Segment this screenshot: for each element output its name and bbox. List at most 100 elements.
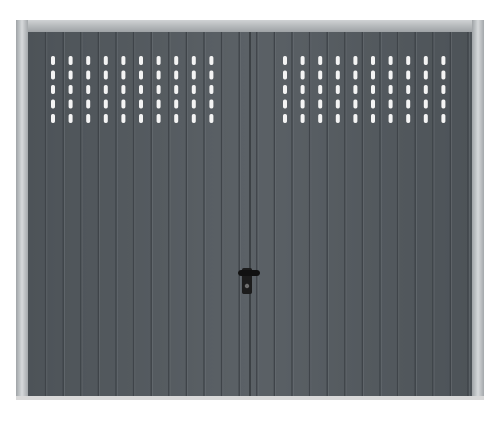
vent-slot xyxy=(51,70,55,80)
vent-slot xyxy=(51,56,55,65)
vent-slot xyxy=(318,99,323,109)
vent-slot xyxy=(406,99,411,109)
vent-slot xyxy=(441,114,446,123)
vent-slot xyxy=(156,70,161,80)
vent-slot xyxy=(300,99,305,109)
vent-slot xyxy=(68,70,73,80)
handle-lever[interactable] xyxy=(238,270,260,276)
vent-slot xyxy=(191,70,196,80)
frame-left-jamb xyxy=(16,20,28,398)
vent-slot xyxy=(388,56,393,65)
vent-slot xyxy=(139,85,143,94)
vent-slot xyxy=(121,56,126,65)
vent-slot xyxy=(86,99,91,109)
vent-slot xyxy=(335,99,340,109)
vent-slot xyxy=(139,56,143,65)
vent-slot xyxy=(423,85,428,94)
vent-slot xyxy=(51,114,55,123)
vent-slot xyxy=(388,70,393,80)
vent-slot xyxy=(406,56,411,65)
vent-slot xyxy=(388,114,393,123)
vent-slot xyxy=(191,85,196,94)
vent-slot xyxy=(51,85,55,94)
vent-slot xyxy=(121,70,126,80)
vent-slot xyxy=(423,56,428,65)
vent-slot xyxy=(68,114,73,123)
vent-slot xyxy=(283,70,287,80)
vent-slot xyxy=(371,85,375,94)
frame-top xyxy=(16,20,484,32)
vent-slot xyxy=(191,99,196,109)
vent-slot xyxy=(353,56,358,65)
vent-slot xyxy=(300,70,305,80)
frame-right-jamb xyxy=(472,20,484,398)
vent-slot xyxy=(174,70,179,80)
vent-slot xyxy=(353,99,358,109)
vent-slot xyxy=(68,56,73,65)
vent-slot xyxy=(86,56,91,65)
vent-slot xyxy=(441,99,446,109)
vent-slot xyxy=(68,99,73,109)
vent-slot xyxy=(139,99,143,109)
vent-slot xyxy=(283,85,287,94)
vent-slot xyxy=(103,70,108,80)
vent-slot xyxy=(406,70,411,80)
vent-slot xyxy=(139,70,143,80)
vent-slot xyxy=(318,85,323,94)
vent-slot xyxy=(156,99,161,109)
vent-slot xyxy=(371,99,375,109)
vent-slot xyxy=(353,85,358,94)
vent-slot xyxy=(51,99,55,109)
vent-slot xyxy=(406,114,411,123)
vent-slot xyxy=(209,114,214,123)
vent-slot xyxy=(300,56,305,65)
floor-shadow xyxy=(16,396,484,400)
vent-slot xyxy=(103,99,108,109)
vent-slot xyxy=(156,114,161,123)
vent-slot xyxy=(86,70,91,80)
vent-slot xyxy=(318,70,323,80)
vent-slot xyxy=(335,114,340,123)
vent-slot xyxy=(318,114,323,123)
vent-slot xyxy=(441,85,446,94)
vent-slot xyxy=(335,85,340,94)
vent-slot xyxy=(300,85,305,94)
vent-slot xyxy=(423,70,428,80)
vent-slot xyxy=(156,85,161,94)
vent-slot xyxy=(300,114,305,123)
vent-slot xyxy=(209,70,214,80)
garage-door-illustration xyxy=(16,20,484,400)
vent-slot xyxy=(121,99,126,109)
vent-slot xyxy=(174,85,179,94)
vent-slot xyxy=(139,114,143,123)
vent-slot xyxy=(86,85,91,94)
vent-slot xyxy=(103,114,108,123)
vent-slot xyxy=(156,56,161,65)
vent-slot xyxy=(174,99,179,109)
vent-slot xyxy=(209,99,214,109)
vent-slot xyxy=(68,85,73,94)
vent-slot xyxy=(209,56,214,65)
vent-slot xyxy=(388,99,393,109)
vent-slot xyxy=(423,99,428,109)
vent-slot xyxy=(335,56,340,65)
vent-slot xyxy=(335,70,340,80)
vent-slot xyxy=(318,56,323,65)
vent-slot xyxy=(103,56,108,65)
vent-slot xyxy=(371,114,375,123)
vent-slot xyxy=(371,56,375,65)
vent-slot xyxy=(406,85,411,94)
vent-slot xyxy=(283,114,287,123)
lock-cylinder-icon xyxy=(244,283,250,289)
vent-slot xyxy=(191,56,196,65)
vent-slot xyxy=(283,99,287,109)
vent-slot xyxy=(103,85,108,94)
vent-slot xyxy=(441,70,446,80)
vent-slot xyxy=(353,70,358,80)
vent-slot xyxy=(441,56,446,65)
vent-slot xyxy=(353,114,358,123)
vent-slot xyxy=(371,70,375,80)
vent-slot xyxy=(423,114,428,123)
vent-slot xyxy=(174,56,179,65)
vent-slot xyxy=(388,85,393,94)
